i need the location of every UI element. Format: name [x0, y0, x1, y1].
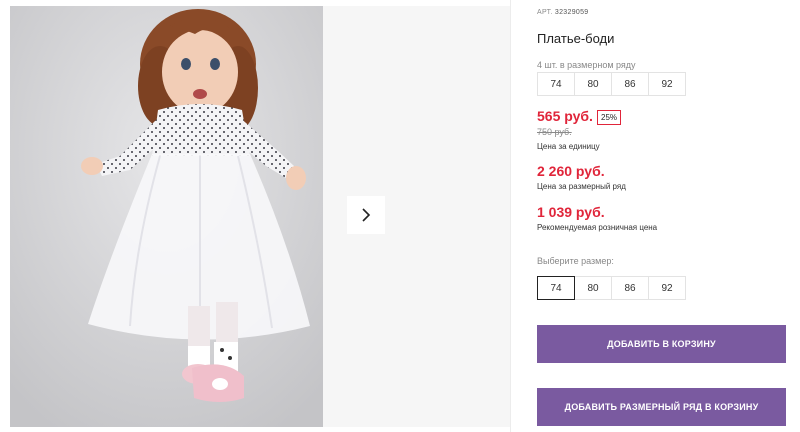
product-title: Платье-боди [537, 31, 615, 46]
size-option-86[interactable]: 86 [611, 276, 649, 300]
retail-price: 1 039 руб. [537, 204, 605, 220]
unit-price: 565 руб. [537, 108, 593, 124]
article-value: 32329059 [554, 9, 589, 16]
next-photo-button[interactable] [347, 196, 385, 234]
size-range-item: 74 [537, 72, 575, 96]
discount-badge: 25% [597, 110, 622, 125]
product-photo[interactable] [10, 6, 323, 427]
old-price: 750 руб. [537, 127, 572, 137]
range-price: 2 260 руб. [537, 163, 605, 179]
product-gallery [0, 0, 510, 432]
size-range-item: 86 [611, 72, 649, 96]
range-price-caption: Цена за размерный ряд [537, 182, 626, 191]
size-option-92[interactable]: 92 [648, 276, 686, 300]
article-label: АРТ. [537, 9, 553, 16]
choose-size-label: Выберите размер: [537, 256, 614, 266]
size-range-item: 80 [574, 72, 612, 96]
size-range-item: 92 [648, 72, 686, 96]
size-option-80[interactable]: 80 [574, 276, 612, 300]
article-number: АРТ. 32329059 [537, 9, 588, 16]
product-info-panel: АРТ. 32329059 Платье-боди 4 шт. в размер… [537, 0, 792, 432]
add-range-to-cart-button[interactable]: ДОБАВИТЬ РАЗМЕРНЫЙ РЯД В КОРЗИНУ [537, 388, 786, 426]
unit-price-caption: Цена за единицу [537, 142, 600, 151]
size-range-label: 4 шт. в размерном ряду [537, 60, 636, 70]
size-range-list: 74 80 86 92 [537, 72, 686, 96]
panel-divider [510, 0, 511, 432]
add-to-cart-button[interactable]: ДОБАВИТЬ В КОРЗИНУ [537, 325, 786, 363]
chevron-right-icon [362, 208, 371, 222]
retail-price-caption: Рекомендуемая розничная цена [537, 223, 658, 232]
size-option-74[interactable]: 74 [537, 276, 575, 300]
child-in-dress-image [10, 6, 323, 427]
size-selector: 74 80 86 92 [537, 276, 686, 300]
